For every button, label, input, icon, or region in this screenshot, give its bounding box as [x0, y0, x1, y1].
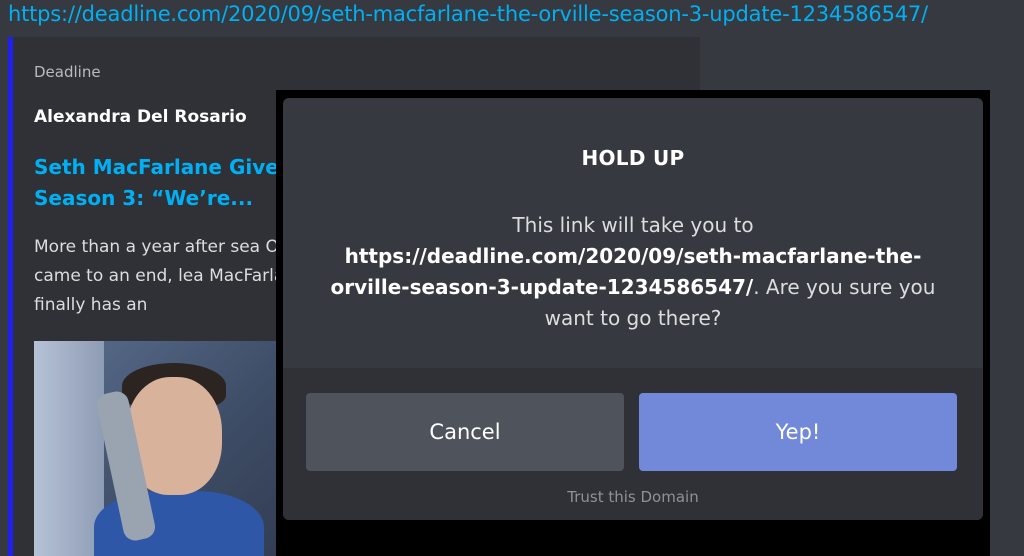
trust-domain-link[interactable]: Trust this Domain [283, 488, 983, 506]
embed-author[interactable]: Alexandra Del Rosario [34, 107, 247, 127]
cancel-button[interactable]: Cancel [306, 393, 624, 471]
modal-message: This link will take you to https://deadl… [323, 210, 943, 334]
leaving-site-modal: HOLD UP This link will take you to https… [283, 98, 983, 520]
message-link[interactable]: https://deadline.com/2020/09/seth-macfar… [8, 2, 928, 26]
modal-title: HOLD UP [581, 146, 685, 170]
modal-footer: Cancel Yep! Trust this Domain [283, 368, 983, 520]
confirm-button[interactable]: Yep! [639, 393, 957, 471]
modal-body: HOLD UP This link will take you to https… [283, 98, 983, 368]
embed-provider[interactable]: Deadline [34, 63, 101, 81]
modal-message-prefix: This link will take you to [512, 213, 754, 237]
